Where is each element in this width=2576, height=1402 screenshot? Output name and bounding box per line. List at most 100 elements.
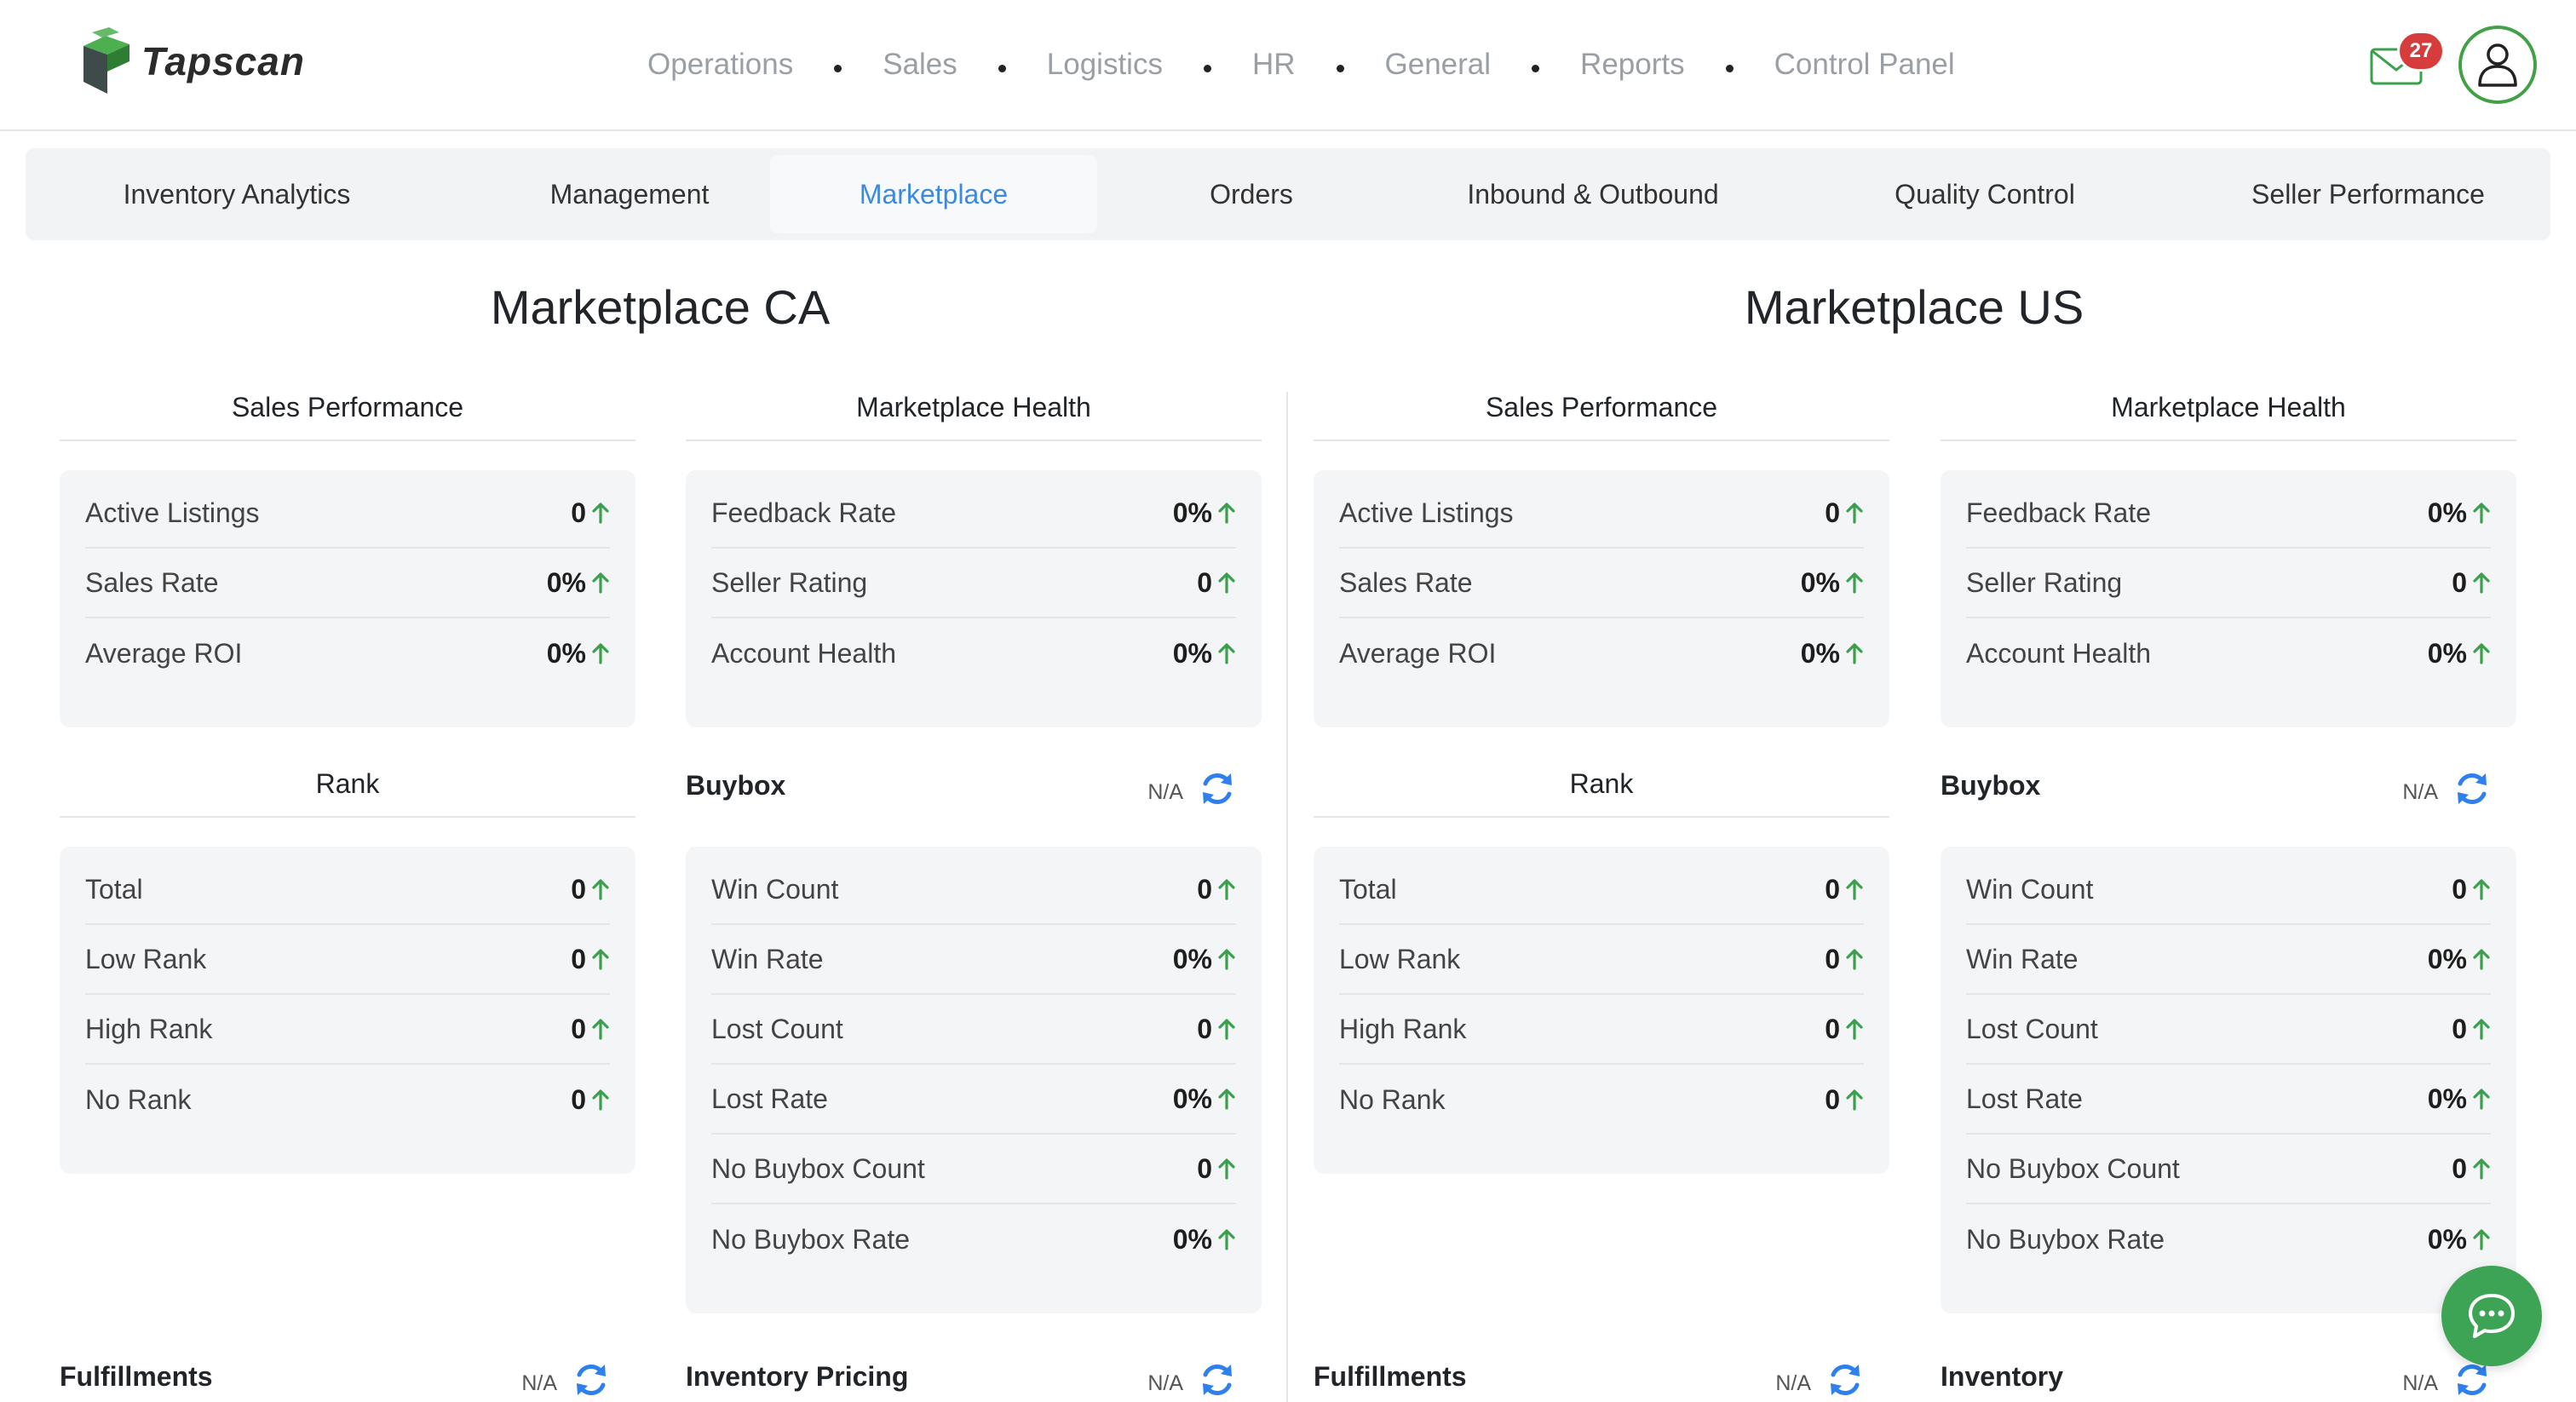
refresh-icon[interactable]: [1199, 770, 1236, 807]
metric-value: 0%: [1173, 1083, 1236, 1115]
metric-label: Total: [85, 873, 143, 905]
status-label: N/A: [1775, 1371, 1811, 1395]
section-title: Buybox: [686, 770, 786, 801]
metric-row: Lost Rate 0%: [711, 1065, 1236, 1135]
tab-quality-control[interactable]: Quality Control: [1780, 155, 2189, 233]
metric-row: No Rank 0: [85, 1065, 610, 1135]
arrow-up-icon: [592, 643, 609, 664]
metric-value: 0: [1825, 874, 1864, 905]
top-navbar: Tapscan Operations Sales Logistics HR Ge…: [0, 0, 2576, 131]
chat-bubble-icon: [2469, 1294, 2515, 1338]
section-title: Sales Performance: [1485, 392, 1718, 422]
metric-row: Sales Rate 0%: [85, 549, 610, 618]
tab-orders[interactable]: Orders: [1097, 155, 1406, 233]
metric-value: 0: [1825, 497, 1864, 529]
metric-label: No Buybox Count: [1966, 1152, 2180, 1184]
refresh-icon[interactable]: [1199, 1361, 1236, 1399]
nav-separator: [1203, 64, 1211, 72]
metric-row: Average ROI 0%: [85, 618, 610, 688]
nav-item-hr[interactable]: HR: [1252, 48, 1296, 82]
logo[interactable]: Tapscan: [80, 27, 305, 95]
ca-marketplace-health-box: Feedback Rate 0% Seller Rating 0 Account H…: [686, 470, 1262, 727]
user-avatar-button[interactable]: [2458, 26, 2537, 104]
us-marketplace-health-heading: Marketplace Health: [1941, 388, 2516, 441]
tab-inventory-analytics[interactable]: Inventory Analytics: [26, 155, 448, 233]
nav-item-reports[interactable]: Reports: [1580, 48, 1685, 82]
section-title: Rank: [1569, 768, 1634, 799]
arrow-up-icon: [1218, 1158, 1235, 1180]
metric-number: 0%: [1800, 566, 1840, 598]
nav-separator: [1336, 64, 1344, 72]
metric-row: No Buybox Count 0: [711, 1135, 1236, 1204]
metric-number: 0%: [2427, 637, 2467, 669]
arrow-up-icon: [592, 949, 609, 970]
arrow-up-icon: [1846, 1019, 1863, 1040]
metric-value: 0%: [1801, 638, 1864, 669]
marketplace-ca-title: Marketplace CA: [490, 280, 831, 334]
refresh-icon[interactable]: [2453, 770, 2491, 807]
arrow-up-icon: [2473, 572, 2490, 594]
metric-value: 0%: [2428, 638, 2491, 669]
refresh-icon[interactable]: [572, 1361, 610, 1399]
metric-row: High Rank 0: [85, 995, 610, 1065]
metric-number: 0: [1197, 1152, 1212, 1184]
metric-row: Feedback Rate 0%: [711, 479, 1236, 549]
nav-item-operations[interactable]: Operations: [647, 48, 793, 82]
section-title: Sales Performance: [231, 392, 464, 422]
mail-count-badge: 27: [2397, 31, 2445, 72]
section-title: Fulfillments: [60, 1361, 213, 1392]
section-title: Rank: [315, 768, 380, 799]
us-fulfillments-heading: Fulfillments N/A: [1314, 1356, 1889, 1402]
metric-number: 0: [571, 873, 586, 905]
nav-item-control-panel[interactable]: Control Panel: [1774, 48, 1955, 82]
ca-buybox-heading: Buybox N/A: [686, 765, 1262, 818]
metric-label: No Rank: [1339, 1083, 1446, 1115]
refresh-icon[interactable]: [2453, 1361, 2491, 1399]
mail-button[interactable]: 27: [2366, 31, 2445, 87]
metric-value: 0: [2452, 1153, 2491, 1185]
metric-row: Account Health 0%: [711, 618, 1236, 688]
metric-value: 0%: [1173, 944, 1236, 975]
tab-management[interactable]: Management: [448, 155, 811, 233]
metric-value: 0: [1197, 567, 1236, 599]
tab-seller-performance[interactable]: Seller Performance: [2189, 155, 2547, 233]
metric-label: Feedback Rate: [711, 497, 897, 528]
tab-inbound-outbound[interactable]: Inbound & Outbound: [1406, 155, 1780, 233]
ca-rank-heading: Rank: [60, 765, 635, 818]
metric-label: No Buybox Count: [711, 1152, 925, 1184]
metric-value: 0: [2452, 874, 2491, 905]
metric-number: 0%: [1172, 497, 1212, 528]
status-label: N/A: [1147, 780, 1183, 804]
us-rank-heading: Rank: [1314, 765, 1889, 818]
arrow-up-icon: [2473, 643, 2490, 664]
chat-button[interactable]: [2441, 1266, 2542, 1366]
nav-item-general[interactable]: General: [1385, 48, 1492, 82]
metric-row: Sales Rate 0%: [1339, 549, 1864, 618]
arrow-up-icon: [1846, 572, 1863, 594]
metric-row: No Buybox Rate 0%: [711, 1204, 1236, 1274]
metric-number: 0%: [2427, 1083, 2467, 1114]
ca-sales-performance-heading: Sales Performance: [60, 388, 635, 441]
metric-label: Win Rate: [711, 943, 824, 974]
nav-item-sales[interactable]: Sales: [883, 48, 957, 82]
metric-value: 0: [1825, 944, 1864, 975]
metric-number: 0: [1197, 566, 1212, 598]
metric-number: 0: [2452, 566, 2467, 598]
arrow-up-icon: [1218, 572, 1235, 594]
metric-number: 0: [1825, 1083, 1840, 1115]
metric-number: 0: [571, 497, 586, 528]
metric-label: Win Rate: [1966, 943, 2079, 974]
nav-item-logistics[interactable]: Logistics: [1047, 48, 1163, 82]
marketplace-us-title: Marketplace US: [1744, 280, 2084, 334]
metric-number: 0: [1197, 1013, 1212, 1044]
us-inventory-heading: Inventory N/A: [1941, 1356, 2516, 1402]
metric-label: Sales Rate: [1339, 566, 1473, 598]
metric-label: Seller Rating: [1966, 566, 2123, 598]
metric-row: Lost Rate 0%: [1966, 1065, 2491, 1135]
arrow-up-icon: [1846, 1089, 1863, 1111]
metric-number: 0%: [1172, 1083, 1212, 1114]
tab-marketplace[interactable]: Marketplace: [770, 155, 1097, 233]
refresh-icon[interactable]: [1826, 1361, 1864, 1399]
metric-row: Win Rate 0%: [711, 925, 1236, 995]
arrow-up-icon: [2473, 1158, 2490, 1180]
